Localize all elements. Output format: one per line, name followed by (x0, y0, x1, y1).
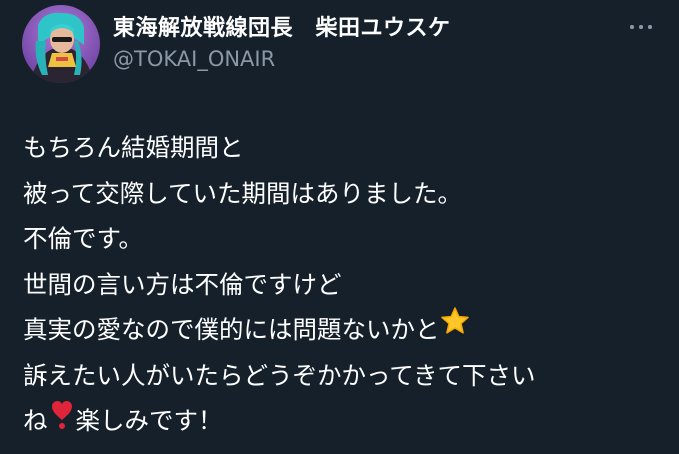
tweet-line-text: ね (23, 406, 48, 435)
heart-exclamation-emoji-icon (51, 399, 73, 445)
tweet-text: もちろん結婚期間と 被って交際していた期間はありました。 不倫です。 世間の言い… (23, 125, 663, 444)
tweet-line: 世間の言い方は不倫ですけど (23, 262, 663, 308)
tweet-line-text: 楽しみです！ (75, 406, 223, 435)
tweet-line: 不倫です。 (23, 216, 663, 262)
tweet-line-text: もちろん結婚期間と (23, 133, 244, 162)
tweet[interactable]: 東海解放戦線団長 柴田ユウスケ @TOKAI_ONAIR もちろん結婚期間と 被… (0, 0, 679, 454)
tweet-line: もちろん結婚期間と (23, 125, 663, 171)
more-options-button[interactable] (626, 16, 656, 36)
tweet-line-text: 世間の言い方は不倫ですけど (23, 269, 342, 299)
tweet-line-text: 訴えたい人がいたらどうぞかかってきて下さい (23, 360, 536, 390)
tweet-line: 真実の愛なので僕的には問題ないかと (23, 307, 663, 353)
tweet-line: 訴えたい人がいたらどうぞかかってきて下さい (23, 353, 663, 399)
user-handle[interactable]: @TOKAI_ONAIR (113, 47, 275, 71)
display-name[interactable]: 東海解放戦線団長 柴田ユウスケ (113, 10, 451, 42)
tweet-line: ね楽しみです！ (23, 398, 663, 444)
tweet-line-text: 被って交際していた期間はありました。 (23, 178, 463, 208)
tweet-line: 被って交際していた期間はありました。 (23, 171, 663, 217)
ellipsis-icon (648, 25, 652, 29)
ellipsis-icon (639, 25, 643, 29)
profile-avatar[interactable] (22, 5, 100, 83)
ellipsis-icon (630, 25, 634, 29)
avatar-image (22, 5, 100, 83)
tweet-line-text: 真実の愛なので僕的には問題ないかと (23, 315, 440, 344)
tweet-line-text: 不倫です。 (23, 224, 144, 253)
star-emoji-icon (440, 305, 470, 351)
